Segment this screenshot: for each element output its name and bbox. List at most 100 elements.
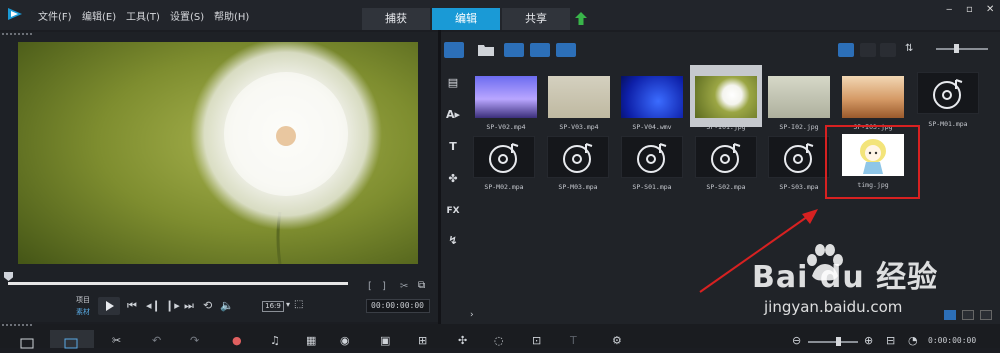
library-item-label: SP-I01.jpg <box>706 123 746 131</box>
video-thumbnail <box>548 76 610 118</box>
play-icon <box>106 301 114 311</box>
fit-project-icon[interactable]: ⊟ <box>886 334 900 347</box>
restore-icon[interactable]: ▫ <box>966 4 973 15</box>
library-item-label: SP-M03.mpa <box>558 183 598 191</box>
library-item-selected[interactable]: SP-I01.jpg <box>695 76 757 131</box>
mask-creator-icon[interactable]: ◌ <box>494 334 508 347</box>
next-frame-icon[interactable]: ❙▸ <box>165 299 180 312</box>
instant-project-icon[interactable]: ▤ <box>446 76 460 90</box>
list-view-button[interactable] <box>860 43 876 57</box>
copy-icon[interactable]: ⧉ <box>418 280 425 291</box>
subtitle-editor-icon[interactable]: ▣ <box>380 334 394 347</box>
filter-audio-button[interactable] <box>556 43 576 57</box>
go-to-start-icon[interactable]: ⏮ <box>127 299 137 313</box>
layout-button-1[interactable] <box>944 310 956 320</box>
music-disc-icon <box>933 79 963 109</box>
graphics-icon[interactable]: ✤ <box>446 172 460 186</box>
clip-mode-label[interactable]: 素材 <box>76 307 90 317</box>
library-item[interactable]: SP-S02.mpa <box>695 136 757 191</box>
title-icon[interactable]: T <box>446 140 460 154</box>
cut-icon[interactable]: ✂ <box>400 281 408 292</box>
panel-grip-icon <box>2 33 32 35</box>
undo-icon[interactable]: ↶ <box>152 334 166 347</box>
repeat-icon[interactable]: ⟲ <box>203 299 212 312</box>
audio-thumbnail <box>621 136 683 178</box>
video-thumbnail <box>475 76 537 118</box>
library-item[interactable]: SP-M01.mpa <box>917 72 979 128</box>
library-item[interactable]: SP-S03.mpa <box>768 136 830 191</box>
play-button[interactable] <box>98 297 120 315</box>
tab-share[interactable]: 共享 <box>502 8 570 30</box>
menu-help[interactable]: 帮助(H) <box>214 8 249 23</box>
record-icon[interactable]: ● <box>232 334 246 347</box>
filter-image-button[interactable] <box>530 43 550 57</box>
expand-arrow-icon[interactable]: › <box>470 310 474 320</box>
dropdown-arrow-icon[interactable]: ▾ <box>286 300 290 309</box>
auto-music-icon[interactable]: ▦ <box>306 334 320 347</box>
audio-thumbnail <box>547 136 609 178</box>
mark-out-icon[interactable]: ] <box>382 281 386 292</box>
sort-icon[interactable]: ⇅ <box>905 43 913 54</box>
crop-icon[interactable]: ⬚ <box>294 299 303 310</box>
library-item-label: SP-V04.wmv <box>632 123 672 131</box>
thumbnail-view-button[interactable] <box>838 43 854 57</box>
project-settings-icon[interactable]: ⚙ <box>612 334 626 347</box>
zoom-out-icon[interactable]: ⊖ <box>792 334 806 347</box>
timeline-timecode: 0:00:00:00 <box>928 336 977 345</box>
volume-icon[interactable]: 🔈 <box>220 299 234 312</box>
transition-icon[interactable]: A▸ <box>446 108 460 122</box>
filter-fx-icon[interactable]: FX <box>446 204 460 218</box>
details-view-button[interactable] <box>880 43 896 57</box>
scrub-bar[interactable] <box>8 282 348 285</box>
media-library-button[interactable] <box>444 42 464 58</box>
aspect-ratio-button[interactable]: 16:9 <box>262 301 284 312</box>
menu-settings[interactable]: 设置(S) <box>170 8 204 23</box>
tab-edit[interactable]: 编辑 <box>432 8 500 30</box>
motion-tracking-icon[interactable]: ◉ <box>340 334 354 347</box>
library-item[interactable]: SP-V02.mp4 <box>475 76 537 131</box>
zoom-handle[interactable] <box>836 337 841 346</box>
timeline-view-icon[interactable] <box>64 334 78 349</box>
pan-zoom-icon[interactable]: ⊡ <box>532 334 546 347</box>
menu-file[interactable]: 文件(F) <box>38 8 72 23</box>
project-mode-label[interactable]: 项目 <box>76 295 90 305</box>
library-item[interactable]: SP-V03.mp4 <box>548 76 610 131</box>
redo-icon[interactable]: ↷ <box>190 334 204 347</box>
layout-button-2[interactable] <box>962 310 974 320</box>
time-remap-icon[interactable]: ✣ <box>458 334 472 347</box>
library-item[interactable]: SP-S01.mpa <box>621 136 683 191</box>
player-timecode[interactable]: 00:00:00:00 <box>366 299 430 313</box>
go-to-end-icon[interactable]: ⏭ <box>184 299 194 313</box>
library-item[interactable]: SP-M02.mpa <box>473 136 535 191</box>
menu-tools[interactable]: 工具(T) <box>126 8 160 23</box>
folder-icon[interactable] <box>478 43 494 56</box>
menu-edit[interactable]: 编辑(E) <box>82 8 116 23</box>
zoom-slider[interactable] <box>808 341 858 343</box>
path-icon[interactable]: ↯ <box>446 234 460 248</box>
library-item[interactable]: SP-I02.jpg <box>768 76 830 131</box>
mark-in-icon[interactable]: [ <box>368 281 372 292</box>
tools-icon[interactable]: ✂ <box>112 334 126 347</box>
title-bar: 文件(F) 编辑(E) 工具(T) 设置(S) 帮助(H) 捕获 编辑 共享 ‒… <box>0 0 1000 30</box>
title-editor-icon[interactable]: T <box>570 334 584 347</box>
previous-frame-icon[interactable]: ◂❙ <box>146 299 161 312</box>
thumbnail-size-handle[interactable] <box>954 44 959 53</box>
storyboard-view-icon[interactable] <box>20 334 34 349</box>
library-item[interactable]: SP-I03.jpg <box>842 76 904 131</box>
close-icon[interactable]: ✕ <box>986 4 994 15</box>
tab-capture[interactable]: 捕获 <box>362 8 430 30</box>
library-item-label: SP-M01.mpa <box>928 120 968 128</box>
minimize-icon[interactable]: ‒ <box>946 4 952 15</box>
layout-button-3[interactable] <box>980 310 992 320</box>
multi-camera-icon[interactable]: ⊞ <box>418 334 432 347</box>
audio-mixer-icon[interactable]: ♫ <box>270 334 284 347</box>
library-item-label: SP-V02.mp4 <box>486 123 526 131</box>
zoom-in-icon[interactable]: ⊕ <box>864 334 878 347</box>
library-item[interactable]: SP-M03.mpa <box>547 136 609 191</box>
upload-arrow-icon[interactable] <box>575 12 587 25</box>
watermark-brand: Bai du 经验 <box>752 260 939 295</box>
thumbnail-size-slider[interactable] <box>936 48 988 50</box>
filter-video-button[interactable] <box>504 43 524 57</box>
image-thumbnail <box>695 76 757 118</box>
library-item[interactable]: SP-V04.wmv <box>621 76 683 131</box>
